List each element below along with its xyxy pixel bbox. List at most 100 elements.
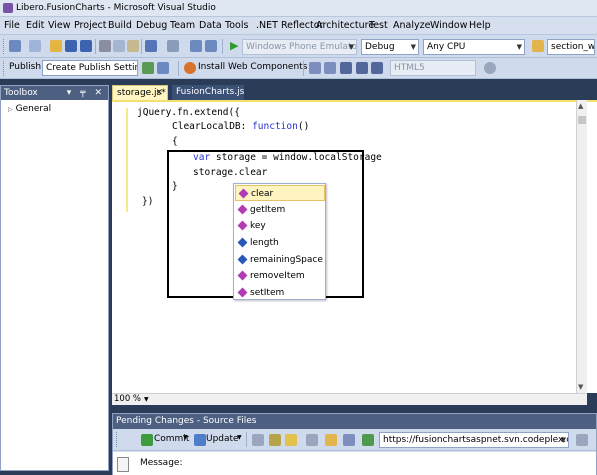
zoom-combo[interactable]: 100 % ▼: [114, 394, 149, 405]
chevron-down-icon[interactable]: ▼: [237, 434, 242, 441]
add-item-icon[interactable]: [29, 40, 41, 52]
completion-item-length[interactable]: length: [235, 235, 325, 251]
menu-bar: File Edit View Project Build Debug Team …: [0, 17, 597, 35]
menu-architecture[interactable]: Architecture: [316, 20, 374, 31]
emulator-combo[interactable]: Windows Phone Emulator ▼: [242, 39, 357, 55]
expand-triangle-icon[interactable]: ▷: [8, 106, 13, 113]
chevron-down-icon: ▼: [348, 43, 354, 51]
completion-label: key: [250, 221, 266, 231]
navigate-backward-icon[interactable]: [190, 40, 202, 52]
open-file-icon[interactable]: [50, 40, 62, 52]
show-differences-icon[interactable]: [269, 434, 281, 446]
undo-icon[interactable]: [145, 40, 157, 52]
menu-tools[interactable]: Tools: [225, 20, 248, 31]
editor-vertical-scrollbar[interactable]: ▲ ▼: [576, 100, 587, 393]
close-icon[interactable]: ✕: [155, 86, 163, 101]
solution-configuration-combo[interactable]: Debug ▼: [361, 39, 419, 55]
zoom-value: 100 %: [114, 394, 142, 404]
menu-edit[interactable]: Edit: [26, 20, 44, 31]
options-icon[interactable]: [576, 434, 588, 446]
scroll-up-icon[interactable]: ▲: [578, 102, 583, 110]
menu-view[interactable]: View: [48, 20, 71, 31]
toolbar-grip[interactable]: [3, 61, 6, 76]
commit-icon[interactable]: [141, 434, 153, 446]
menu-window[interactable]: Window: [430, 20, 467, 31]
separator: [222, 39, 223, 54]
separator: [178, 61, 179, 76]
settings-icon[interactable]: [157, 62, 169, 74]
menu-test[interactable]: Test: [369, 20, 388, 31]
html-version-combo[interactable]: HTML5: [390, 60, 476, 76]
completion-item-remainingspace[interactable]: remainingSpace: [235, 252, 325, 268]
find-combo[interactable]: section_w: [547, 39, 595, 55]
sync-icon[interactable]: [362, 434, 374, 446]
start-debugging-icon[interactable]: ▶: [230, 39, 238, 52]
editor-horizontal-scrollbar[interactable]: 100 % ▼: [112, 393, 587, 405]
completion-item-getitem[interactable]: getItem: [235, 202, 325, 218]
toolbar-grip[interactable]: [3, 39, 6, 54]
toolbox-group-general[interactable]: ▷ General: [3, 102, 106, 116]
menu-build[interactable]: Build: [108, 20, 132, 31]
platform-value: Any CPU: [427, 42, 466, 52]
filter-icon[interactable]: [343, 434, 355, 446]
menu-project[interactable]: Project: [74, 20, 107, 31]
chevron-down-icon: ▼: [144, 396, 149, 403]
cut-icon[interactable]: [99, 40, 111, 52]
publish-profile-combo[interactable]: Create Publish Settings: [42, 60, 138, 76]
menu-net-reflector[interactable]: .NET Reflector: [256, 20, 323, 31]
separator: [95, 39, 96, 54]
save-all-icon[interactable]: [80, 40, 92, 52]
save-icon[interactable]: [65, 40, 77, 52]
tab-fusioncharts-js[interactable]: FusionCharts.js: [172, 85, 244, 100]
publish-web-icon[interactable]: [142, 62, 154, 74]
completion-item-key[interactable]: key: [235, 218, 325, 234]
update-button[interactable]: Update: [206, 434, 239, 444]
code-line-7[interactable]: }): [142, 196, 153, 207]
completion-item-removeitem[interactable]: removeItem: [235, 268, 325, 284]
commit-message-area[interactable]: Message:: [113, 452, 596, 475]
refresh-icon[interactable]: [252, 434, 264, 446]
code-line-3[interactable]: {: [172, 136, 178, 147]
menu-data[interactable]: Data: [199, 20, 222, 31]
validation-icon[interactable]: [484, 62, 496, 74]
scrollbar-thumb[interactable]: [578, 116, 586, 124]
pending-changes-toolbar: Commit ▼ Update ▼ https://fusionchartsas…: [113, 429, 596, 451]
edit-icon[interactable]: [285, 434, 297, 446]
align-right-icon[interactable]: [371, 62, 383, 74]
toolbar-grip[interactable]: [116, 432, 119, 447]
panel-pin-close-icons[interactable]: ▾ ╤ ✕: [67, 86, 105, 100]
code-line-1[interactable]: jQuery.fn.extend({: [137, 107, 240, 118]
document-icon: [117, 457, 129, 472]
web-platform-installer-icon[interactable]: [184, 62, 196, 74]
chevron-down-icon[interactable]: ▼: [183, 434, 188, 441]
repository-url-combo[interactable]: https://fusionchartsaspnet.svn.codeplex.…: [379, 432, 569, 448]
redo-icon[interactable]: [167, 40, 179, 52]
toolbox-title: Toolbox: [4, 88, 38, 98]
update-icon[interactable]: [194, 434, 206, 446]
menu-analyze[interactable]: Analyze: [393, 20, 430, 31]
scroll-down-icon[interactable]: ▼: [578, 383, 583, 391]
find-in-files-icon[interactable]: [532, 40, 544, 52]
paste-icon[interactable]: [127, 40, 139, 52]
new-project-icon[interactable]: [9, 40, 21, 52]
navigate-forward-icon[interactable]: [205, 40, 217, 52]
menu-team[interactable]: Team: [170, 20, 195, 31]
history-icon[interactable]: [306, 434, 318, 446]
solution-platform-combo[interactable]: Any CPU ▼: [423, 39, 525, 55]
comment-icon[interactable]: [309, 62, 321, 74]
completion-item-clear[interactable]: clear: [235, 185, 325, 201]
menu-help[interactable]: Help: [469, 20, 491, 31]
code-line-2[interactable]: ClearLocalDB: function(): [172, 121, 309, 132]
align-left-icon[interactable]: [356, 62, 368, 74]
tab-label: FusionCharts.js: [176, 87, 245, 97]
install-web-components-button[interactable]: Install Web Components: [198, 62, 307, 72]
folder-icon[interactable]: [325, 434, 337, 446]
copy-icon[interactable]: [113, 40, 125, 52]
menu-file[interactable]: File: [4, 20, 20, 31]
intellisense-completion-list[interactable]: clear getItem key length remainingSpace …: [233, 183, 326, 300]
format-selection-icon[interactable]: [340, 62, 352, 74]
uncomment-icon[interactable]: [324, 62, 336, 74]
completion-item-setitem[interactable]: setItem: [235, 285, 325, 299]
menu-debug[interactable]: Debug: [136, 20, 167, 31]
tab-storage-js[interactable]: storage.js* ✕: [112, 85, 168, 100]
